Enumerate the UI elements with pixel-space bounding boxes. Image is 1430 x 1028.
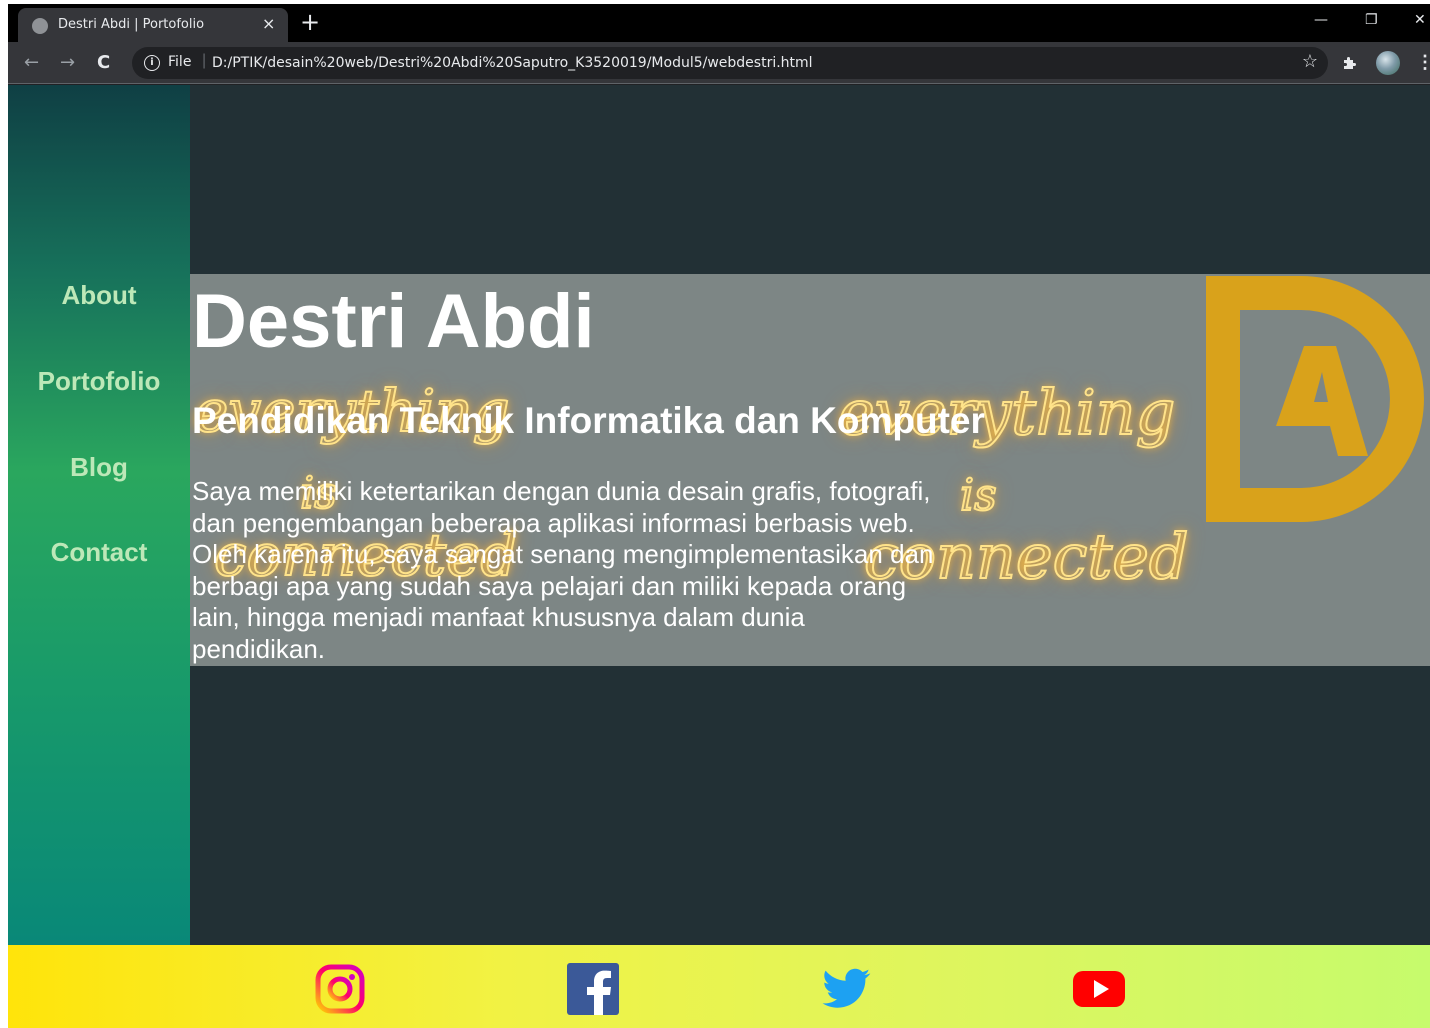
nav-link-portofolio[interactable]: Portofolio	[8, 366, 190, 397]
da-logo	[1206, 276, 1424, 522]
url-text[interactable]: D:/PTIK/desain%20web/Destri%20Abdi%20Sap…	[212, 55, 813, 71]
close-window-button[interactable]: ✕	[1414, 12, 1426, 28]
bookmark-star-icon[interactable]: ☆	[1302, 51, 1318, 72]
info-icon[interactable]: i	[144, 55, 160, 71]
web-page: About Portofolio Blog Contact everything…	[8, 85, 1430, 1028]
address-bar[interactable]: i File | D:/PTIK/desain%20web/Destri%20A…	[132, 47, 1328, 79]
reload-button[interactable]: C	[97, 52, 110, 73]
browser-tab[interactable]: Destri Abdi | Portofolio ×	[18, 8, 288, 42]
file-label: File	[168, 54, 192, 70]
hero-banner: everything is connected everything is co…	[190, 274, 1430, 666]
twitter-icon[interactable]	[820, 963, 872, 1015]
neon-word: is	[959, 470, 998, 521]
forward-button[interactable]: →	[60, 52, 75, 73]
tab-strip: Destri Abdi | Portofolio × + — ❐ ✕	[8, 4, 1430, 42]
nav-link-blog[interactable]: Blog	[8, 452, 190, 483]
new-tab-button[interactable]: +	[300, 8, 320, 36]
minimize-button[interactable]: —	[1314, 12, 1328, 28]
sidebar-nav: About Portofolio Blog Contact	[8, 85, 190, 945]
hero-description: Saya memiliki ketertarikan dengan dunia …	[192, 476, 934, 664]
restore-button[interactable]: ❐	[1365, 12, 1378, 28]
tab-title: Destri Abdi | Portofolio	[58, 17, 205, 32]
menu-dots-icon[interactable]: ⋮	[1416, 52, 1430, 73]
browser-toolbar: ← → C i File | D:/PTIK/desain%20web/Dest…	[8, 42, 1430, 84]
extensions-puzzle-icon[interactable]	[1342, 55, 1358, 71]
hero-title: Destri Abdi	[192, 279, 595, 364]
browser-window: Destri Abdi | Portofolio × + — ❐ ✕ ← → C…	[8, 4, 1430, 1028]
back-button[interactable]: ←	[24, 52, 39, 73]
nav-link-about[interactable]: About	[8, 280, 190, 311]
footer-social-bar	[8, 945, 1430, 1028]
youtube-icon[interactable]	[1073, 963, 1125, 1015]
hero-subtitle: Pendidikan Teknik Informatika dan Komput…	[192, 400, 985, 441]
tab-close-icon[interactable]: ×	[262, 14, 275, 33]
facebook-icon[interactable]	[567, 963, 619, 1015]
nav-link-contact[interactable]: Contact	[8, 537, 190, 568]
globe-icon	[32, 18, 48, 34]
profile-avatar-icon[interactable]	[1376, 51, 1400, 75]
url-separator: |	[202, 52, 207, 69]
instagram-icon[interactable]	[314, 963, 366, 1015]
